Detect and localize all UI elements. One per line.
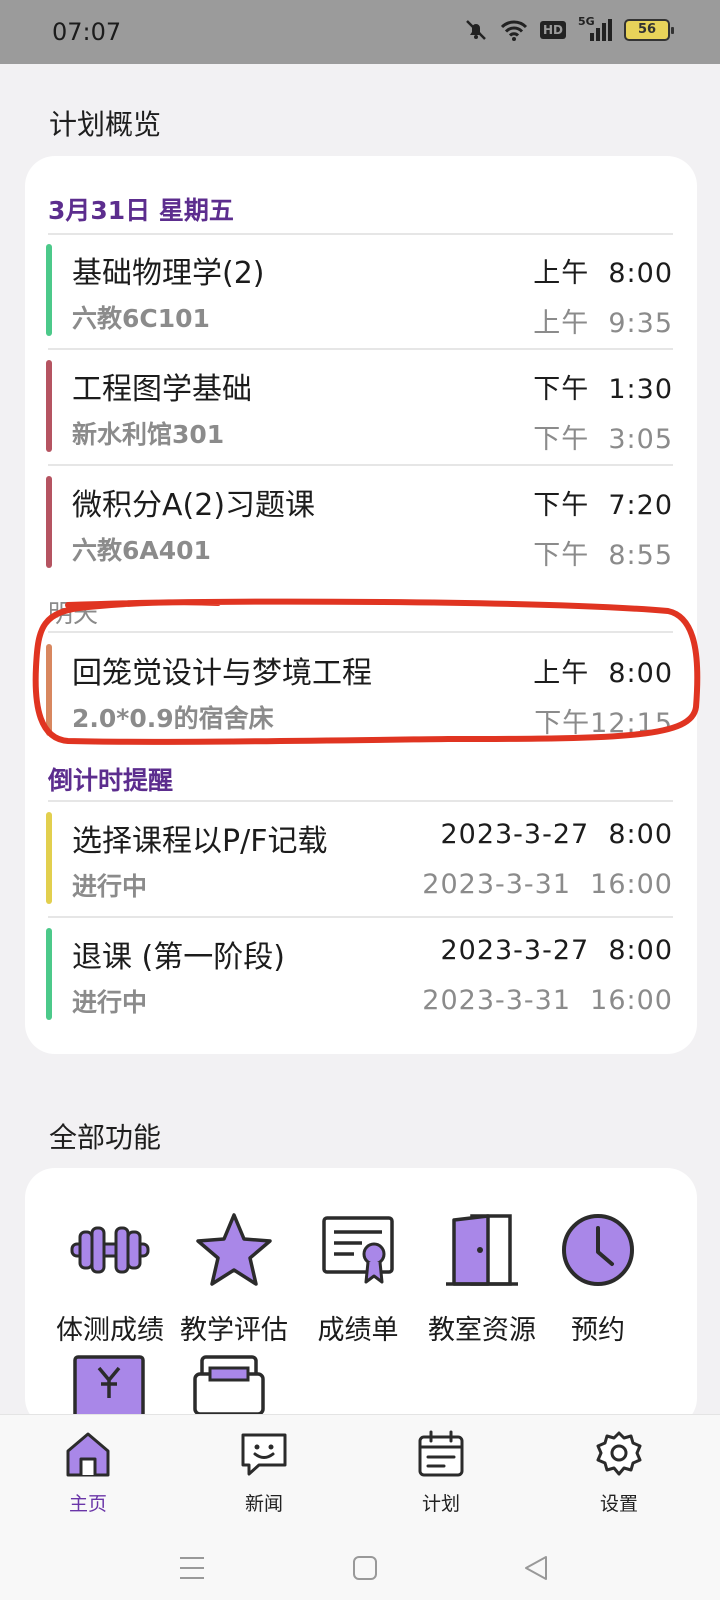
home-icon (66, 1432, 110, 1477)
event-color-bar (46, 360, 52, 452)
feature-label: 教室资源 (428, 1315, 536, 1346)
star-icon (196, 1213, 272, 1286)
nav-label: 新闻 (244, 1493, 283, 1515)
home-square-icon[interactable] (352, 1555, 378, 1581)
hd-badge: HD (539, 21, 566, 39)
event-color-bar (46, 476, 52, 568)
battery-indicator: 56 (624, 19, 674, 41)
status-bar: 07:07 HD 5G 56 (0, 0, 720, 64)
feature-label: 预约 (571, 1315, 625, 1346)
red-annotation-circle (32, 598, 701, 745)
features-title: 全部功能 (49, 1121, 162, 1154)
nav-news[interactable]: 新闻 (214, 1429, 314, 1516)
countdown-status: 进行中 (72, 872, 148, 901)
nav-plan[interactable]: 计划 (391, 1429, 491, 1516)
door-icon (446, 1214, 518, 1286)
event-location: 六教6A401 (72, 536, 211, 565)
event-end-time: 上午 9:35 (533, 308, 673, 339)
network-type: 5G (578, 15, 595, 28)
calendar-icon (418, 1430, 464, 1477)
event-start-time: 下午 7:20 (533, 490, 673, 521)
certificate-icon (322, 1216, 394, 1284)
wifi-icon (500, 20, 528, 41)
event-item[interactable]: 工程图学基础 新水利馆301 下午 1:30 下午 3:05 (46, 352, 673, 456)
countdown-status: 进行中 (72, 988, 148, 1017)
bottom-nav: 主页 新闻 计划 设置 (0, 1414, 720, 1600)
divider (48, 464, 673, 466)
chat-icon (241, 1433, 287, 1476)
countdown-title: 选择课程以P/F记载 (72, 824, 328, 859)
payment-icon (73, 1355, 145, 1414)
event-title: 微积分A(2)习题课 (72, 488, 316, 523)
event-start-time: 上午 8:00 (533, 258, 673, 289)
today-label: 3月31日 星期五 (48, 196, 234, 225)
divider (48, 916, 673, 918)
countdown-title: 退课 (第一阶段) (72, 940, 285, 975)
event-start-time: 下午 1:30 (533, 374, 673, 405)
status-time: 07:07 (52, 18, 122, 46)
event-color-bar (46, 928, 52, 1020)
countdown-end: 2023-3-31 16:00 (422, 985, 673, 1016)
feature-fitness-scores[interactable]: 体测成绩 (48, 1210, 172, 1347)
dumbbell-icon (70, 1226, 150, 1274)
mute-bell-icon (466, 20, 486, 40)
gear-icon (596, 1431, 642, 1476)
countdown-label: 倒计时提醒 (48, 766, 174, 795)
countdown-start: 2023-3-27 8:00 (440, 935, 673, 966)
clock-icon (562, 1214, 634, 1286)
printer-icon (193, 1355, 265, 1414)
feature-label: 成绩单 (317, 1315, 399, 1346)
event-title: 工程图学基础 (72, 372, 252, 407)
feature-classroom-resources[interactable]: 教室资源 (420, 1210, 544, 1347)
countdown-item[interactable]: 选择课程以P/F记载 进行中 2023-3-27 8:00 2023-3-31 … (46, 804, 673, 908)
countdown-item[interactable]: 退课 (第一阶段) 进行中 2023-3-27 8:00 2023-3-31 1… (46, 920, 673, 1024)
nav-home[interactable]: 主页 (38, 1429, 138, 1516)
event-location: 新水利馆301 (72, 420, 225, 449)
feature-label: 体测成绩 (56, 1315, 164, 1346)
event-color-bar (46, 244, 52, 336)
signal-icon: 5G (578, 15, 612, 41)
event-end-time: 下午 3:05 (533, 424, 673, 455)
feature-reservation[interactable]: 预约 (536, 1210, 660, 1347)
event-item[interactable]: 基础物理学(2) 六教6C101 上午 8:00 上午 9:35 (46, 236, 673, 340)
countdown-start: 2023-3-27 8:00 (440, 819, 673, 850)
nav-label: 计划 (421, 1493, 460, 1515)
menu-icon[interactable] (178, 1555, 206, 1581)
divider (48, 233, 673, 235)
countdown-end: 2023-3-31 16:00 (422, 869, 673, 900)
event-title: 基础物理学(2) (72, 256, 265, 291)
back-icon[interactable] (523, 1555, 549, 1581)
feature-label: 教学评估 (180, 1315, 288, 1346)
divider (48, 800, 673, 802)
event-end-time: 下午 8:55 (533, 540, 673, 571)
feature-transcript[interactable]: 成绩单 (296, 1210, 420, 1347)
nav-label: 设置 (599, 1493, 638, 1515)
nav-label: 主页 (68, 1493, 107, 1515)
divider (48, 348, 673, 350)
event-color-bar (46, 812, 52, 904)
status-icons: HD 5G 56 (464, 15, 674, 42)
event-item[interactable]: 微积分A(2)习题课 六教6A401 下午 7:20 下午 8:55 (46, 468, 673, 572)
overview-title: 计划概览 (49, 108, 162, 141)
nav-settings[interactable]: 设置 (569, 1429, 669, 1516)
event-location: 六教6C101 (72, 304, 210, 333)
feature-teaching-evaluation[interactable]: 教学评估 (172, 1210, 296, 1347)
